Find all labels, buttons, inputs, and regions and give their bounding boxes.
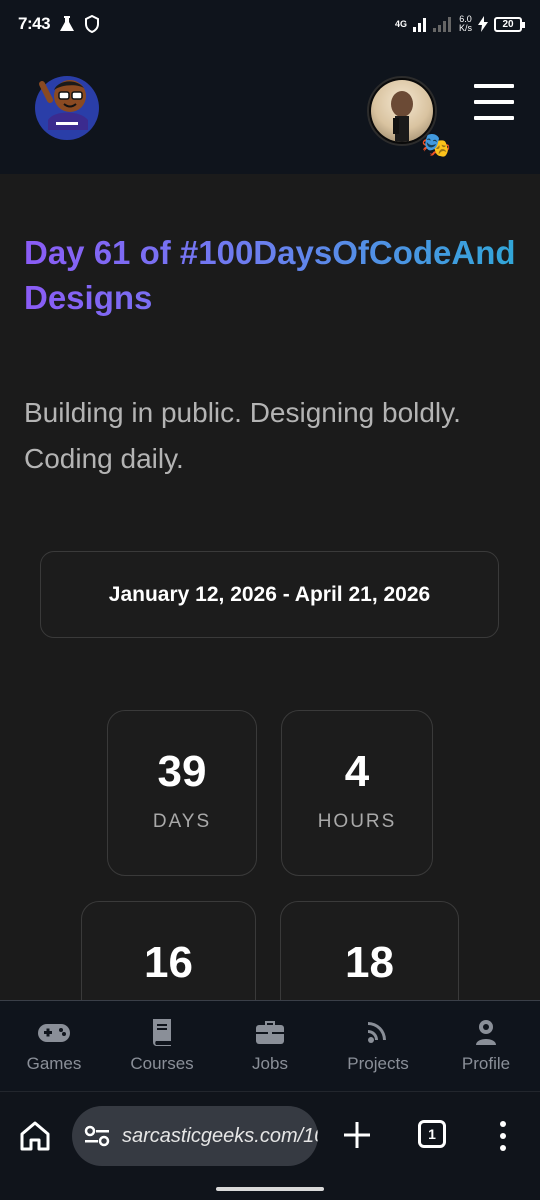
mascot-logo-icon[interactable] [32,70,102,142]
nav-item-jobs[interactable]: Jobs [216,1001,324,1091]
user-avatar[interactable]: 🎭 [367,76,451,159]
nav-label: Courses [130,1054,194,1073]
nav-item-games[interactable]: Games [0,1001,108,1091]
battery-indicator: 20 [494,16,525,32]
shield-icon [85,15,100,33]
lab-flask-icon [60,16,75,31]
nav-label: Profile [461,1054,511,1073]
network-type: 4G [394,19,407,29]
tab-switcher-button[interactable]: 1 [418,1120,446,1148]
charging-icon [478,16,488,32]
more-options-icon[interactable] [496,1119,510,1153]
browser-toolbar: sarcasticgeeks.com/10( 1 [0,1091,540,1200]
page-title: Day 61 of #100DaysOfCodeAndDesigns [24,230,524,320]
countdown-value: 16 [144,938,193,987]
countdown-hours: 4 HOURS [281,710,433,876]
countdown-unit: DAYS [152,811,212,832]
signal-2-icon [432,17,451,32]
tab-count: 1 [428,1126,436,1142]
countdown-value: 4 [344,747,370,796]
gesture-handle[interactable] [216,1187,324,1191]
nav-item-profile[interactable]: Profile [432,1001,540,1091]
bottom-nav: Games Courses Jobs Projects Profile [0,1000,540,1091]
new-tab-plus-icon[interactable] [341,1119,373,1151]
net-speed-unit: K/s [458,23,472,33]
theater-masks-icon: 🎭 [421,132,451,159]
profile-icon [476,1020,496,1045]
page-subtitle: Building in public. Designing boldly. Co… [24,397,461,474]
site-header: 🎭 [0,48,540,174]
rss-icon [368,1022,386,1043]
book-icon [152,1019,171,1046]
hamburger-menu-icon[interactable] [474,84,514,120]
url-text: sarcasticgeeks.com/10( [122,1124,318,1147]
nav-item-courses[interactable]: Courses [108,1001,216,1091]
nav-label: Games [26,1054,82,1073]
status-bar: 7:43 4G 6.0 K/s 20 [0,0,540,48]
date-range-card: January 12, 2026 - April 21, 2026 [40,551,499,638]
nav-item-projects[interactable]: Projects [324,1001,432,1091]
home-icon[interactable] [18,1119,52,1153]
battery-level: 20 [502,18,514,30]
countdown-value: 39 [157,747,207,796]
nav-label: Jobs [252,1054,288,1073]
signal-icon [412,18,426,32]
countdown-unit: HOURS [317,811,397,832]
briefcase-icon [256,1021,284,1044]
gamepad-icon [38,1024,70,1042]
date-range-text: January 12, 2026 - April 21, 2026 [108,582,431,606]
nav-label: Projects [347,1054,409,1073]
page: 7:43 4G 6.0 K/s 20 🎭 Day 61 of #100DaysO… [0,0,540,1200]
countdown-value: 18 [345,938,394,987]
address-bar[interactable]: sarcasticgeeks.com/10( [72,1106,318,1166]
countdown-days: 39 DAYS [107,710,257,876]
status-time: 7:43 [18,14,51,33]
site-settings-icon[interactable] [84,1125,110,1147]
net-speed: 6.0 K/s [459,15,472,33]
